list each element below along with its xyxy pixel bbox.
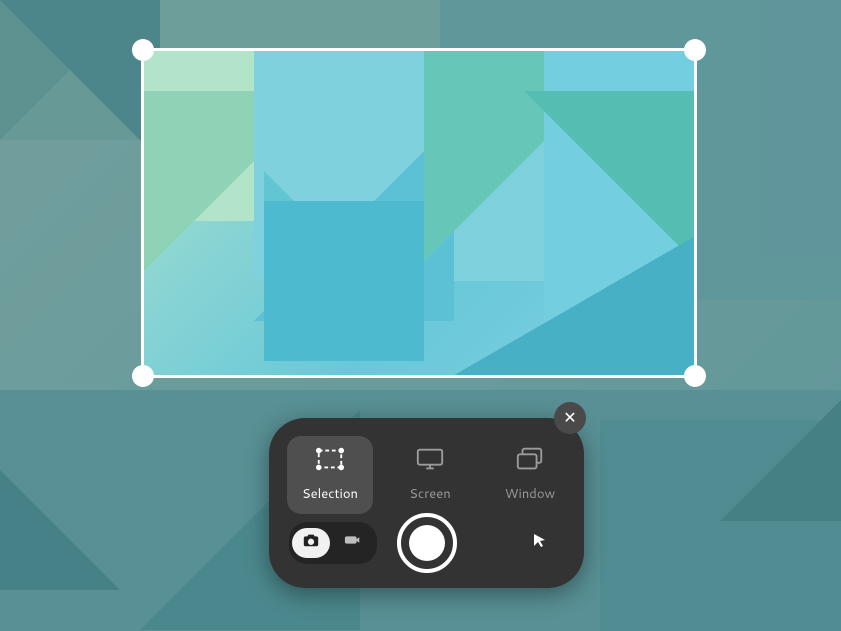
photo-video-toggle bbox=[289, 522, 377, 564]
close-icon: ✕ bbox=[563, 410, 576, 426]
selection-rectangle[interactable] bbox=[141, 48, 697, 378]
capture-button[interactable] bbox=[397, 513, 457, 573]
mode-label: Screen bbox=[409, 485, 451, 503]
resize-handle-top-right[interactable] bbox=[684, 39, 706, 61]
window-icon bbox=[515, 447, 545, 477]
resize-handle-bottom-right[interactable] bbox=[684, 365, 706, 387]
selection-icon bbox=[315, 447, 345, 477]
resize-handle-bottom-left[interactable] bbox=[132, 365, 154, 387]
show-pointer-toggle[interactable] bbox=[526, 529, 554, 557]
mode-screen[interactable]: Screen bbox=[387, 436, 473, 514]
screenshot-panel: ✕ Selection bbox=[269, 418, 584, 588]
desktop-wallpaper: ✕ Selection bbox=[0, 0, 841, 631]
close-button[interactable]: ✕ bbox=[554, 402, 586, 434]
resize-handle-top-left[interactable] bbox=[132, 39, 154, 61]
camera-icon bbox=[302, 531, 320, 555]
selection-preview bbox=[144, 51, 694, 375]
mode-selection[interactable]: Selection bbox=[287, 436, 373, 514]
mode-label: Window bbox=[505, 485, 555, 503]
mode-label: Selection bbox=[302, 485, 358, 503]
photo-mode-button[interactable] bbox=[292, 528, 330, 558]
screen-icon bbox=[415, 447, 445, 477]
pointer-icon bbox=[532, 532, 548, 555]
panel-bottom-row bbox=[289, 516, 564, 570]
capture-button-indicator bbox=[409, 525, 445, 561]
video-icon bbox=[344, 531, 362, 555]
capture-mode-row: Selection Screen bbox=[287, 436, 573, 514]
mode-window[interactable]: Window bbox=[487, 436, 573, 514]
video-mode-button[interactable] bbox=[334, 528, 372, 558]
